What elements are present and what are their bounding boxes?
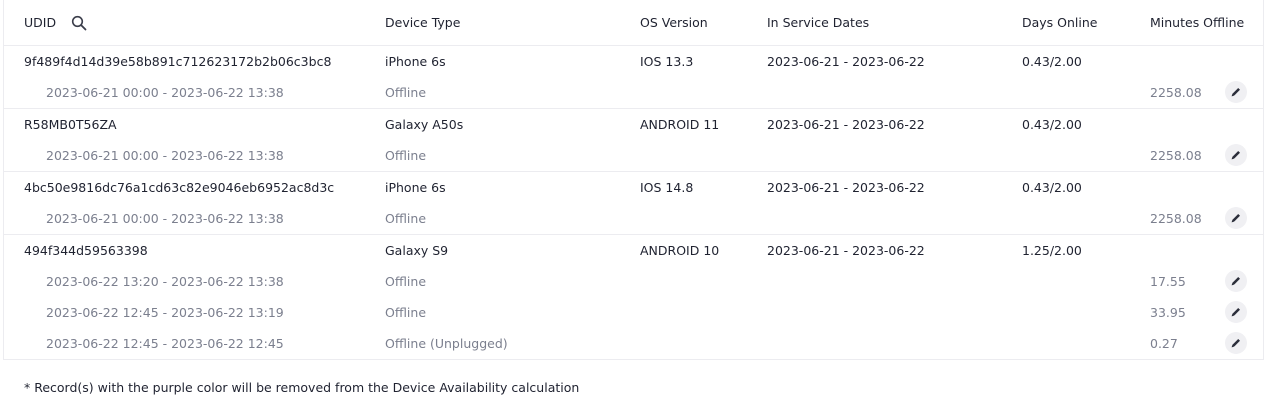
record-range-cell: 2023-06-21 00:00 - 2023-06-22 13:38 — [46, 211, 284, 226]
device-row[interactable]: 494f344d59563398 Galaxy S9 ANDROID 10 2023-… — [4, 235, 1263, 266]
udid-cell: 494f344d59563398 — [24, 243, 148, 258]
device-group: 9f489f4d14d39e58b891c712623172b2b06c3bc8… — [4, 46, 1263, 109]
days-online-cell: 0.43/2.00 — [1022, 54, 1082, 69]
pencil-icon[interactable] — [1225, 144, 1247, 166]
footnote: * Record(s) with the purple color will b… — [24, 380, 580, 395]
udid-cell: 4bc50e9816dc76a1cd63c82e9046eb6952ac8d3c — [24, 180, 335, 195]
offline-record-row: 2023-06-21 00:00 - 2023-06-22 13:38 Offli… — [4, 140, 1263, 171]
os-version-cell: ANDROID 11 — [640, 117, 720, 132]
device-type-cell: iPhone 6s — [385, 54, 446, 69]
device-type-cell: iPhone 6s — [385, 180, 446, 195]
record-minutes-cell: 33.95 — [1150, 305, 1186, 320]
device-type-cell: Galaxy A50s — [385, 117, 464, 132]
pencil-icon[interactable] — [1225, 301, 1247, 323]
record-minutes-cell: 2258.08 — [1150, 85, 1202, 100]
offline-record-row: 2023-06-22 13:20 - 2023-06-22 13:38 Offli… — [4, 266, 1263, 297]
udid-cell: R58MB0T56ZA — [24, 117, 117, 132]
pencil-icon[interactable] — [1225, 81, 1247, 103]
device-availability-page: UDID Device Type OS Version In Service D… — [0, 0, 1264, 416]
record-status-cell: Offline — [385, 305, 427, 320]
device-group: 4bc50e9816dc76a1cd63c82e9046eb6952ac8d3c… — [4, 172, 1263, 235]
in-service-dates-cell: 2023-06-21 - 2023-06-22 — [767, 54, 925, 69]
header-udid: UDID — [24, 0, 88, 45]
device-group: R58MB0T56ZA Galaxy A50s ANDROID 11 2023-06-… — [4, 109, 1263, 172]
header-device-type[interactable]: Device Type — [385, 0, 460, 45]
days-online-cell: 1.25/2.00 — [1022, 243, 1082, 258]
offline-record-row: 2023-06-21 00:00 - 2023-06-22 13:38 Offli… — [4, 77, 1263, 108]
record-range-cell: 2023-06-22 12:45 - 2023-06-22 13:19 — [46, 305, 284, 320]
device-row[interactable]: 9f489f4d14d39e58b891c712623172b2b06c3bc8… — [4, 46, 1263, 77]
device-row[interactable]: R58MB0T56ZA Galaxy A50s ANDROID 11 2023-06-… — [4, 109, 1263, 140]
record-range-cell: 2023-06-22 12:45 - 2023-06-22 12:45 — [46, 336, 284, 351]
table-header: UDID Device Type OS Version In Service D… — [4, 0, 1263, 46]
record-minutes-cell: 0.27 — [1150, 336, 1178, 351]
device-table: UDID Device Type OS Version In Service D… — [3, 0, 1264, 360]
offline-record-row: 2023-06-21 00:00 - 2023-06-22 13:38 Offli… — [4, 203, 1263, 234]
os-version-cell: ANDROID 10 — [640, 243, 720, 258]
days-online-cell: 0.43/2.00 — [1022, 180, 1082, 195]
record-status-cell: Offline — [385, 85, 427, 100]
record-minutes-cell: 17.55 — [1150, 274, 1186, 289]
record-status-cell: Offline (Unplugged) — [385, 336, 508, 351]
udid-cell: 9f489f4d14d39e58b891c712623172b2b06c3bc8 — [24, 54, 332, 69]
record-status-cell: Offline — [385, 211, 427, 226]
record-minutes-cell: 2258.08 — [1150, 211, 1202, 226]
pencil-icon[interactable] — [1225, 332, 1247, 354]
os-version-cell: IOS 14.8 — [640, 180, 694, 195]
record-range-cell: 2023-06-21 00:00 - 2023-06-22 13:38 — [46, 85, 284, 100]
pencil-icon[interactable] — [1225, 270, 1247, 292]
device-groups: 9f489f4d14d39e58b891c712623172b2b06c3bc8… — [4, 46, 1263, 360]
search-icon[interactable] — [70, 14, 88, 32]
offline-record-row: 2023-06-22 12:45 - 2023-06-22 12:45 Offli… — [4, 328, 1263, 359]
header-udid-label: UDID — [24, 15, 57, 30]
device-type-cell: Galaxy S9 — [385, 243, 449, 258]
header-os-version[interactable]: OS Version — [640, 0, 708, 45]
header-in-service-dates[interactable]: In Service Dates — [767, 0, 869, 45]
in-service-dates-cell: 2023-06-21 - 2023-06-22 — [767, 243, 925, 258]
device-row[interactable]: 4bc50e9816dc76a1cd63c82e9046eb6952ac8d3c… — [4, 172, 1263, 203]
offline-record-row: 2023-06-22 12:45 - 2023-06-22 13:19 Offli… — [4, 297, 1263, 328]
header-days-online[interactable]: Days Online — [1022, 0, 1098, 45]
days-online-cell: 0.43/2.00 — [1022, 117, 1082, 132]
record-status-cell: Offline — [385, 274, 427, 289]
record-status-cell: Offline — [385, 148, 427, 163]
record-range-cell: 2023-06-22 13:20 - 2023-06-22 13:38 — [46, 274, 284, 289]
header-minutes-offline[interactable]: Minutes Offline — [1150, 0, 1244, 45]
record-range-cell: 2023-06-21 00:00 - 2023-06-22 13:38 — [46, 148, 284, 163]
record-minutes-cell: 2258.08 — [1150, 148, 1202, 163]
pencil-icon[interactable] — [1225, 207, 1247, 229]
in-service-dates-cell: 2023-06-21 - 2023-06-22 — [767, 180, 925, 195]
in-service-dates-cell: 2023-06-21 - 2023-06-22 — [767, 117, 925, 132]
device-group: 494f344d59563398 Galaxy S9 ANDROID 10 2023-… — [4, 235, 1263, 360]
os-version-cell: IOS 13.3 — [640, 54, 694, 69]
